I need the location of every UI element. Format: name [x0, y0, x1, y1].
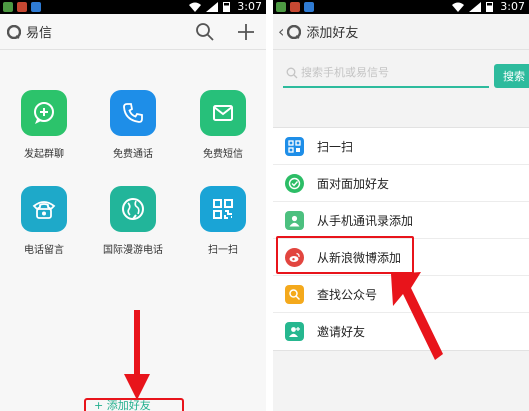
left-screen: 3:07 易信 发起群聊 免费通话 免费短信 电话留言 国际漫游电话 扫一扫 +…	[0, 0, 266, 411]
search-button[interactable]: 搜索	[494, 64, 529, 88]
menu-item-label: 查找公众号	[317, 287, 378, 302]
right-screen: 3:07 ‹ 添加好友 搜索手机或易信号 搜索 扫一扫 面对面加好友 从手机通讯…	[273, 0, 529, 411]
grid-item-label: 免费通话	[113, 149, 153, 160]
notification-icon	[290, 2, 300, 12]
wifi-icon	[189, 2, 201, 12]
annotation-arrow-up	[391, 272, 443, 360]
wifi-icon	[452, 2, 464, 12]
grid-item-label: 扫一扫	[208, 245, 238, 256]
grid-item-free-sms[interactable]: 免费短信	[183, 90, 263, 160]
search-bar: 搜索	[273, 62, 529, 92]
grid-item-label: 国际漫游电话	[103, 245, 163, 256]
notification-icon	[276, 2, 286, 12]
app-header: 易信	[0, 14, 266, 50]
grid-item-group-chat[interactable]: 发起群聊	[4, 90, 84, 160]
group-chat-icon	[34, 102, 54, 124]
grid-item-roaming-call[interactable]: 国际漫游电话	[93, 186, 173, 256]
menu-item-scan[interactable]: 扫一扫	[273, 128, 529, 165]
search-icon	[286, 67, 298, 79]
yixin-logo-icon	[287, 24, 302, 39]
grid-item-label: 发起群聊	[24, 149, 64, 160]
search-icon[interactable]	[195, 22, 215, 42]
notification-icon	[304, 2, 314, 12]
notification-icon	[17, 2, 27, 12]
status-bar: 3:07	[0, 0, 266, 14]
telephone-icon	[32, 201, 56, 219]
menu-item-label: 邀请好友	[317, 325, 366, 339]
notification-icon	[31, 2, 41, 12]
grid-item-label: 免费短信	[203, 149, 243, 160]
search-public-icon	[289, 288, 301, 300]
add-icon[interactable]	[236, 22, 256, 42]
battery-icon	[486, 2, 493, 12]
qr-code-icon	[213, 199, 233, 219]
envelope-icon	[213, 105, 233, 121]
grid-item-free-call[interactable]: 免费通话	[93, 90, 173, 160]
app-header: ‹ 添加好友	[273, 14, 529, 50]
signal-icon	[206, 2, 218, 12]
menu-item-contacts[interactable]: 从手机通讯录添加	[273, 202, 529, 239]
search-field-wrapper	[283, 64, 489, 88]
status-bar: 3:07	[273, 0, 529, 14]
search-input[interactable]	[301, 66, 481, 79]
qr-code-icon	[288, 139, 301, 153]
status-time: 3:07	[237, 0, 262, 13]
notification-icon	[3, 2, 13, 12]
invite-icon	[289, 327, 300, 337]
globe-phone-icon	[122, 198, 144, 220]
page-title: 添加好友	[306, 26, 359, 41]
add-friend-button[interactable]: + 添加好友	[84, 398, 184, 411]
menu-item-label: 扫一扫	[317, 139, 354, 154]
menu-item-label: 面对面加好友	[317, 176, 390, 191]
grid-item-label: 电话留言	[24, 245, 64, 256]
status-time: 3:07	[500, 0, 525, 13]
grid-item-scan[interactable]: 扫一扫	[183, 186, 263, 256]
menu-item-label: 从手机通讯录添加	[317, 213, 414, 228]
face-to-face-icon	[288, 177, 301, 189]
signal-icon	[469, 2, 481, 12]
back-button[interactable]: ‹	[278, 22, 284, 41]
phone-icon	[123, 103, 143, 123]
battery-icon	[223, 2, 230, 12]
contact-icon	[289, 215, 300, 226]
menu-item-face-to-face[interactable]: 面对面加好友	[273, 165, 529, 202]
yixin-logo-icon	[7, 24, 21, 39]
page-title: 易信	[26, 26, 53, 41]
screen-divider	[266, 0, 273, 411]
grid-item-voicemail[interactable]: 电话留言	[4, 186, 84, 256]
annotation-arrow-down	[124, 310, 150, 400]
